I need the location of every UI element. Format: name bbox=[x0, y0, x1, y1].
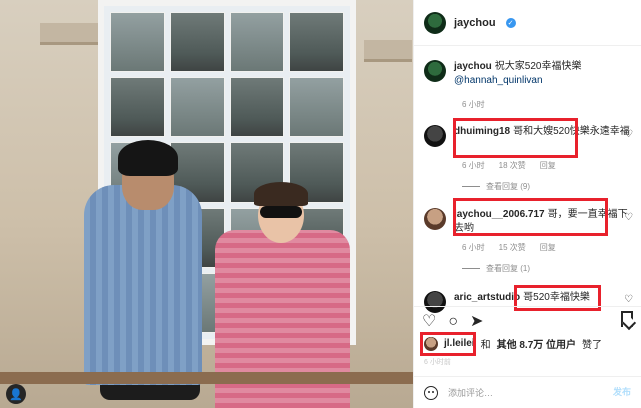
comment-time[interactable]: 6 小时 bbox=[462, 243, 485, 252]
comment-likes[interactable]: 15 次赞 bbox=[499, 243, 526, 252]
post-header: jaychou ✓ bbox=[414, 0, 641, 46]
comment-likes[interactable]: 18 次赞 bbox=[499, 161, 526, 170]
commenter-username[interactable]: aric_artstudio bbox=[454, 292, 520, 303]
comment-time[interactable]: 6 小时 bbox=[462, 161, 485, 170]
caption-avatar[interactable] bbox=[424, 60, 446, 82]
likes-suffix: 赞了 bbox=[582, 340, 603, 351]
commenter-avatar[interactable] bbox=[424, 208, 446, 230]
like-comment-heart-icon[interactable]: ♡ bbox=[624, 130, 633, 140]
commenter-avatar[interactable] bbox=[424, 125, 446, 147]
highlight-box bbox=[453, 198, 608, 236]
verified-icon: ✓ bbox=[505, 17, 516, 28]
like-comment-heart-icon[interactable]: ♡ bbox=[624, 295, 633, 305]
man-figure-cap bbox=[118, 140, 178, 176]
reply-button[interactable]: 回复 bbox=[540, 161, 556, 170]
highlight-box bbox=[420, 332, 476, 356]
highlight-box bbox=[453, 118, 578, 158]
post-time[interactable]: 6 小时前 bbox=[424, 357, 451, 367]
post-side-panel: jaychou ✓ jaychou 祝大家520幸福快樂 @hannah_quin… bbox=[413, 0, 641, 408]
view-replies-button[interactable]: 查看回复 (9) bbox=[462, 181, 530, 192]
author-avatar[interactable] bbox=[424, 11, 446, 34]
view-replies-label: 查看回复 (1) bbox=[486, 264, 530, 273]
comment-input[interactable]: 添加评论… bbox=[448, 386, 493, 399]
window-ledge-left bbox=[40, 23, 102, 45]
comment-meta: 6 小时 15 次赞 回复 bbox=[462, 242, 570, 253]
caption-body: 祝大家520幸福快樂 bbox=[494, 61, 582, 72]
likes-and: 和 bbox=[480, 340, 491, 351]
window-ledge-right bbox=[364, 40, 412, 62]
caption-mention[interactable]: @hannah_quinlivan bbox=[454, 75, 543, 86]
view-replies-button[interactable]: 查看回复 (1) bbox=[462, 263, 530, 274]
comment-bubble-icon[interactable]: ○ bbox=[448, 313, 458, 330]
post-photo[interactable]: 👤 bbox=[0, 0, 413, 408]
tagged-user-icon[interactable]: 👤 bbox=[6, 384, 26, 404]
publish-button[interactable]: 发布 bbox=[613, 385, 631, 398]
sunglasses bbox=[260, 206, 302, 218]
bench bbox=[0, 372, 413, 384]
emoji-icon[interactable] bbox=[424, 385, 438, 400]
comment-bar: 添加评论… bbox=[414, 376, 641, 408]
caption-username[interactable]: jaychou bbox=[454, 61, 492, 72]
view-replies-label: 查看回复 (9) bbox=[486, 182, 530, 191]
comment-meta: 6 小时 18 次赞 回复 bbox=[462, 160, 570, 171]
replies-divider bbox=[462, 268, 480, 269]
author-username[interactable]: jaychou bbox=[454, 17, 496, 29]
like-heart-icon[interactable]: ♡ bbox=[422, 313, 436, 330]
bookmark-icon[interactable] bbox=[621, 311, 633, 327]
reply-button[interactable]: 回复 bbox=[540, 243, 556, 252]
caption-text: jaychou 祝大家520幸福快樂 @hannah_quinlivan bbox=[454, 60, 581, 88]
like-comment-heart-icon[interactable]: ♡ bbox=[624, 213, 633, 223]
woman-figure-hair bbox=[254, 182, 308, 206]
caption: jaychou 祝大家520幸福快樂 @hannah_quinlivan bbox=[424, 60, 636, 88]
share-icon[interactable]: ➤ bbox=[470, 313, 483, 330]
man-figure-coat bbox=[84, 185, 202, 385]
caption-time[interactable]: 6 小时 bbox=[462, 99, 485, 110]
replies-divider bbox=[462, 186, 480, 187]
likes-others-link[interactable]: 其他 8.7万 位用户 bbox=[497, 336, 576, 351]
